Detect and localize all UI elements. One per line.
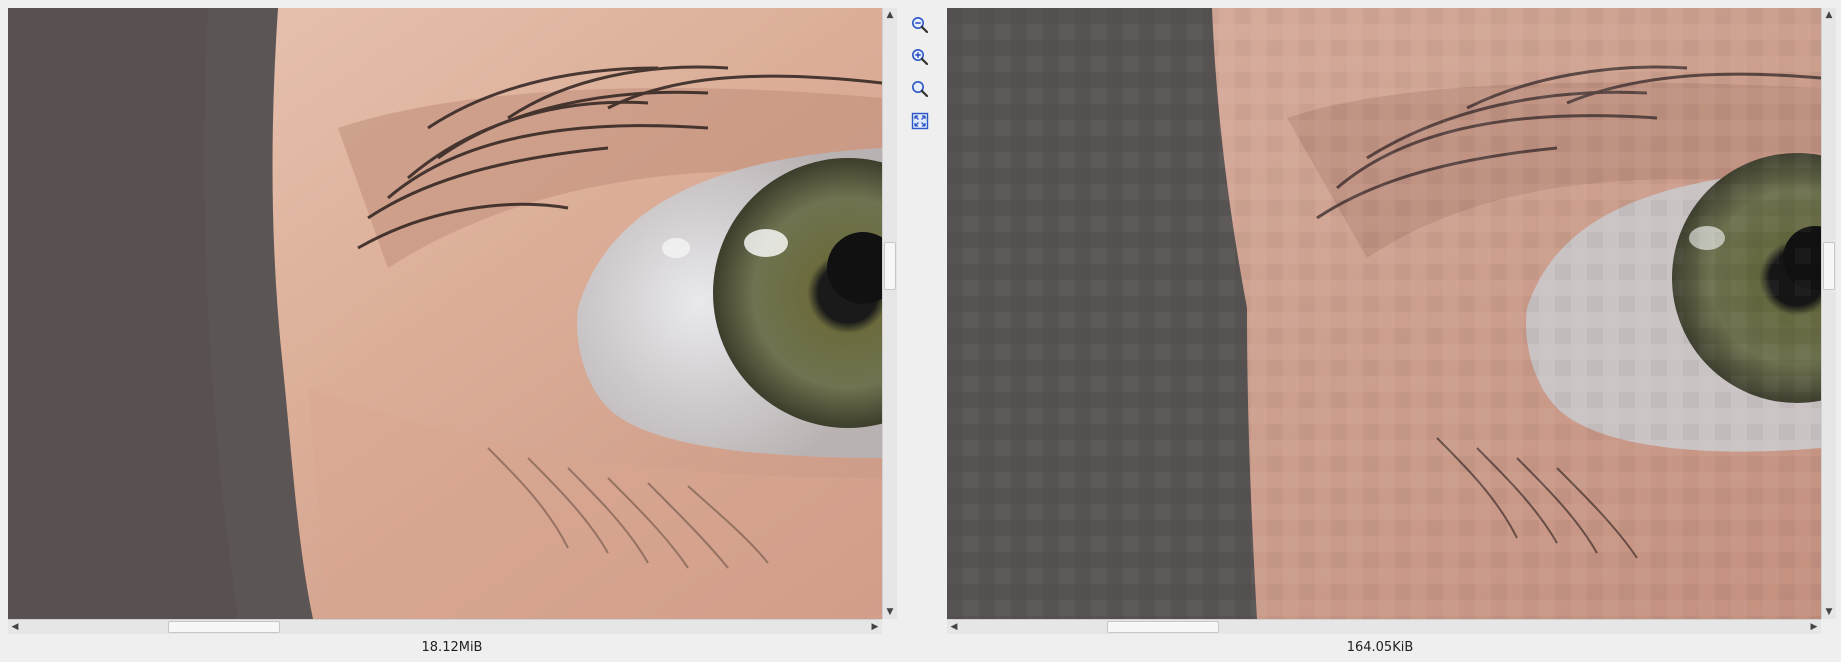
right-horizontal-scroll-thumb[interactable]	[1107, 621, 1219, 633]
left-image-viewport[interactable]	[8, 8, 882, 619]
zoom-in-button[interactable]	[909, 46, 931, 68]
right-vertical-scroll-thumb[interactable]	[1823, 242, 1835, 290]
left-vertical-scroll-thumb[interactable]	[884, 242, 896, 290]
zoom-original-button[interactable]	[909, 78, 931, 100]
left-image-panel: ▲ ▼ ◀ ▶	[8, 8, 904, 638]
scroll-left-arrow-icon[interactable]: ◀	[947, 620, 961, 634]
right-image-panel: ▲ ▼ ◀ ▶	[947, 8, 1841, 638]
scroll-down-arrow-icon[interactable]: ▼	[883, 605, 897, 619]
zoom-toolbar	[909, 14, 933, 142]
zoom-in-icon	[912, 49, 929, 66]
left-vertical-scrollbar[interactable]: ▲ ▼	[882, 8, 897, 619]
left-horizontal-scroll-thumb[interactable]	[168, 621, 280, 633]
scroll-up-arrow-icon[interactable]: ▲	[1822, 8, 1836, 22]
zoom-out-button[interactable]	[909, 14, 931, 36]
left-file-size-label: 18.12MiB	[421, 640, 483, 655]
scroll-left-arrow-icon[interactable]: ◀	[8, 620, 22, 634]
image-compare-window: ▲ ▼ ◀ ▶ 18.12MiB ▲ ▼ ◀ ▶ 164.05KiB	[0, 0, 1841, 662]
scroll-right-arrow-icon[interactable]: ▶	[1807, 620, 1821, 634]
scroll-right-arrow-icon[interactable]: ▶	[868, 620, 882, 634]
right-horizontal-scrollbar[interactable]: ◀ ▶	[947, 619, 1821, 634]
original-eye-image	[8, 8, 882, 619]
right-vertical-scrollbar[interactable]: ▲ ▼	[1821, 8, 1836, 619]
zoom-out-icon	[912, 17, 929, 34]
scroll-down-arrow-icon[interactable]: ▼	[1822, 605, 1836, 619]
compressed-eye-image	[947, 8, 1821, 619]
zoom-original-icon	[912, 81, 929, 98]
fit-to-window-button[interactable]	[909, 110, 931, 132]
right-image-viewport[interactable]	[947, 8, 1821, 619]
fit-to-window-icon	[911, 112, 929, 130]
right-file-size-label: 164.05KiB	[1346, 640, 1414, 655]
left-horizontal-scrollbar[interactable]: ◀ ▶	[8, 619, 882, 634]
scroll-up-arrow-icon[interactable]: ▲	[883, 8, 897, 22]
